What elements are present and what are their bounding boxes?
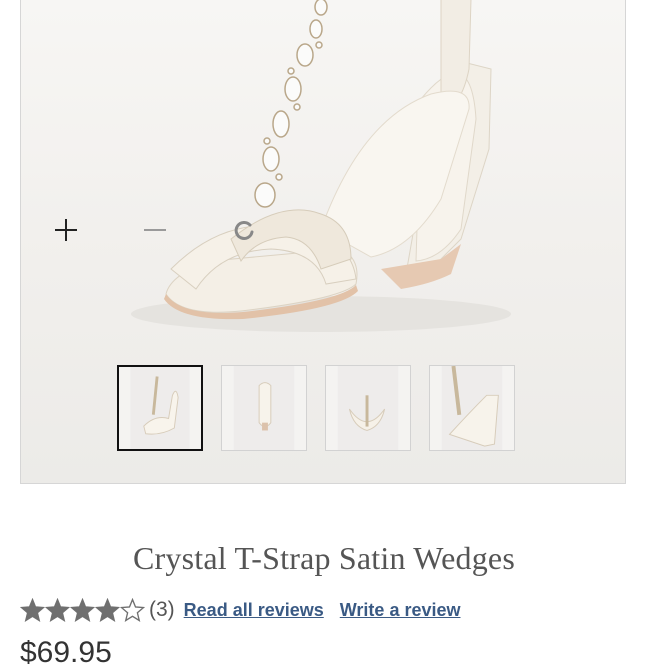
star-filled-icon [70,597,95,622]
product-image-gallery [20,0,626,484]
zoom-in-button[interactable] [49,213,83,247]
shoe-thumbnail-top [337,366,399,450]
plus-icon [55,219,77,241]
product-title: Crystal T-Strap Satin Wedges [133,540,515,576]
star-rating [20,597,145,623]
shoe-thumbnail-side [441,366,503,450]
star-filled-icon [20,597,45,622]
thumbnail-1[interactable] [117,365,203,451]
thumbnail-3[interactable] [325,365,411,451]
shoe-thumbnail-front [130,367,190,449]
main-product-image[interactable] [21,0,625,351]
zoom-out-button[interactable] [138,213,172,247]
write-review-link[interactable]: Write a review [340,600,461,621]
rating-row: (3) Read all reviews Write a review [20,595,477,625]
star-empty-icon [120,597,145,622]
review-count: (3) [149,598,175,621]
read-all-reviews-link[interactable]: Read all reviews [184,600,324,621]
thumbnail-4[interactable] [429,365,515,451]
thumbnail-2[interactable] [221,365,307,451]
minus-icon [144,229,166,231]
shoe-thumbnail-back [233,366,295,450]
star-filled-icon [45,597,70,622]
spinner-icon [234,220,254,240]
product-price: $69.95 [20,636,112,669]
star-filled-icon [95,597,120,622]
